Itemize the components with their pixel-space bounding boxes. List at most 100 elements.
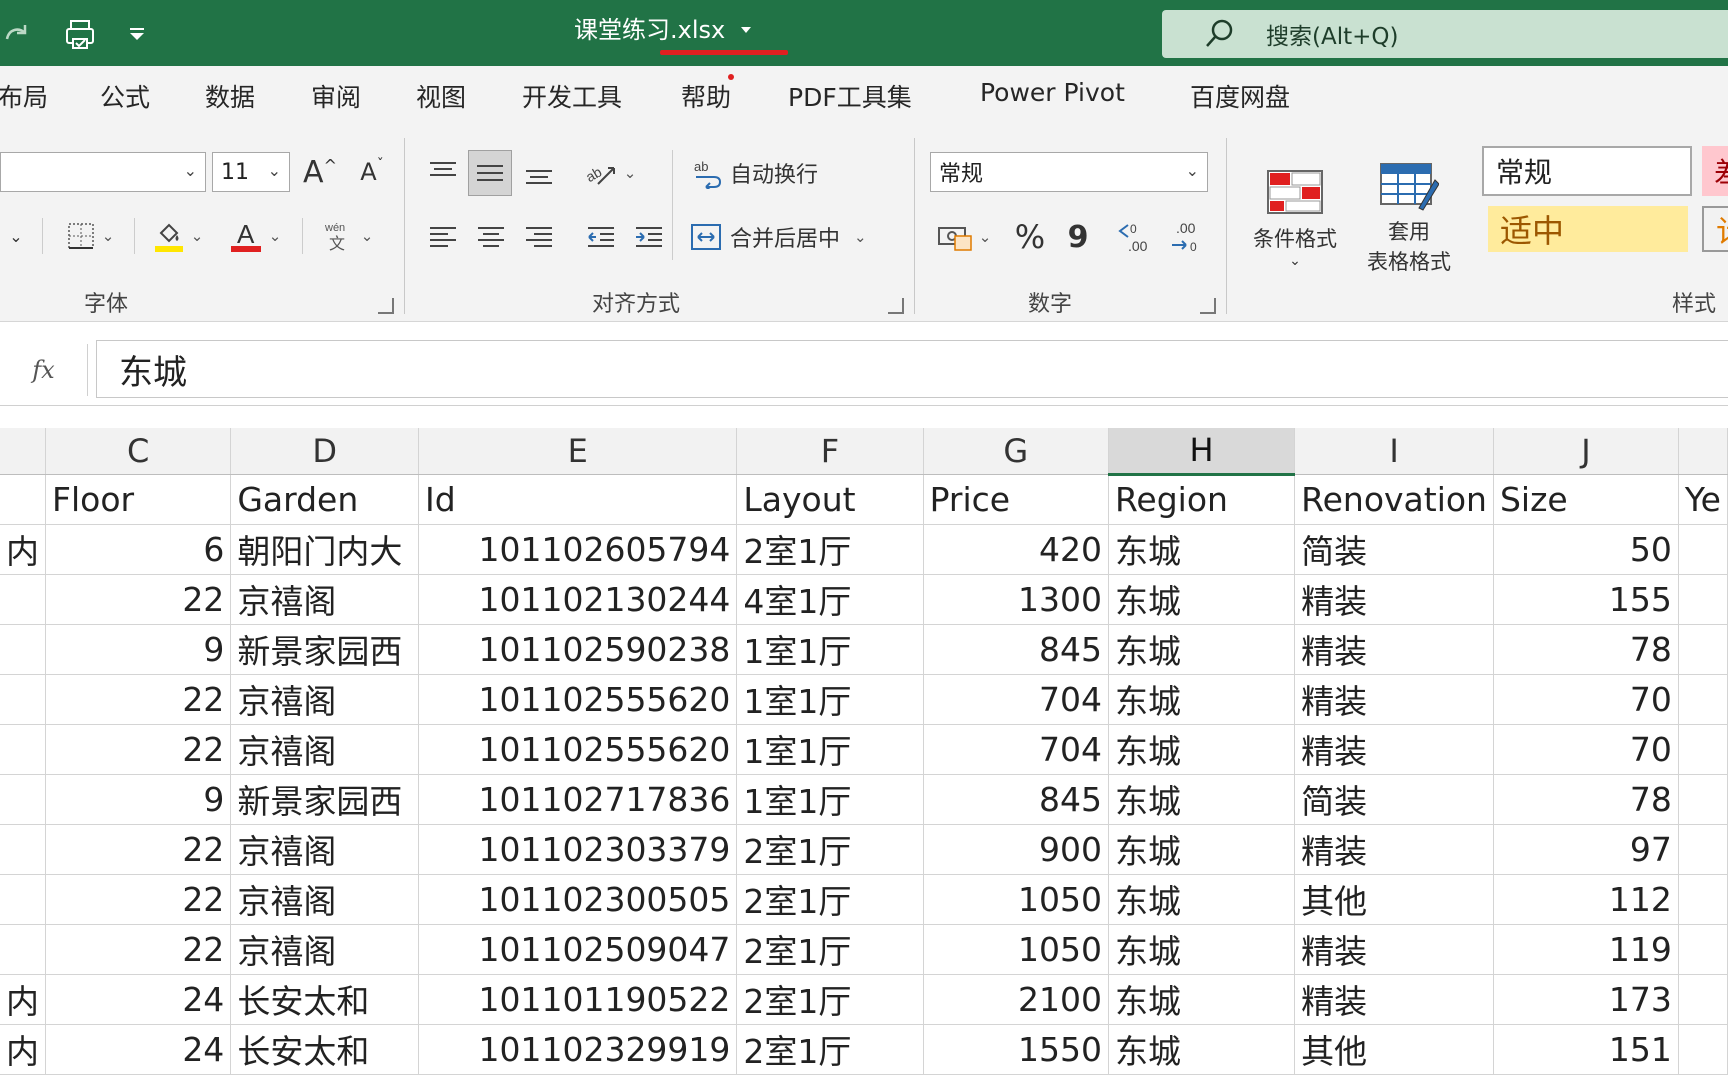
decrease-font-size-button[interactable]: Aˇ bbox=[350, 150, 394, 194]
table-cell[interactable]: 其他 bbox=[1294, 1024, 1494, 1075]
table-cell[interactable]: 京禧阁 bbox=[230, 674, 420, 725]
table-cell[interactable]: 东城 bbox=[1108, 674, 1296, 725]
table-cell[interactable]: 东城 bbox=[1108, 724, 1296, 775]
table-cell[interactable]: 155 bbox=[1493, 574, 1679, 625]
increase-indent-button[interactable] bbox=[626, 214, 672, 260]
table-cell[interactable]: 朝阳门内大 bbox=[230, 524, 420, 575]
table-cell[interactable] bbox=[0, 824, 46, 875]
tab-help[interactable]: 帮助 bbox=[681, 78, 731, 114]
table-cell[interactable]: 101102555620 bbox=[418, 674, 738, 725]
underline-dropdown-chevron-icon[interactable]: ⌄ bbox=[4, 214, 28, 258]
table-cell[interactable]: 1050 bbox=[923, 924, 1109, 975]
table-cell[interactable]: 6 bbox=[45, 524, 232, 575]
redo-icon[interactable] bbox=[0, 14, 38, 54]
align-middle-button[interactable] bbox=[468, 150, 512, 196]
table-cell[interactable] bbox=[0, 724, 46, 775]
header-cell[interactable]: Price bbox=[923, 474, 1109, 525]
table-cell[interactable]: 22 bbox=[45, 874, 232, 925]
table-cell[interactable]: 845 bbox=[923, 624, 1109, 675]
table-cell[interactable] bbox=[1678, 924, 1728, 975]
table-cell[interactable]: 101102130244 bbox=[418, 574, 738, 625]
table-cell[interactable] bbox=[1678, 624, 1728, 675]
table-cell[interactable]: 新景家园西 bbox=[230, 774, 420, 825]
table-cell[interactable]: 京禧阁 bbox=[230, 924, 420, 975]
table-cell[interactable]: 101101190522 bbox=[418, 974, 738, 1025]
tab-view[interactable]: 视图 bbox=[416, 78, 466, 114]
table-cell[interactable]: 22 bbox=[45, 724, 232, 775]
table-cell[interactable] bbox=[0, 674, 46, 725]
table-cell[interactable]: 简装 bbox=[1294, 524, 1494, 575]
table-cell[interactable]: 101102300505 bbox=[418, 874, 738, 925]
table-cell[interactable]: 845 bbox=[923, 774, 1109, 825]
column-header-g[interactable]: G bbox=[923, 428, 1109, 475]
table-cell[interactable]: 简装 bbox=[1294, 774, 1494, 825]
table-cell[interactable]: 101102590238 bbox=[418, 624, 738, 675]
table-cell[interactable]: 101102329919 bbox=[418, 1024, 738, 1075]
table-cell[interactable]: 精装 bbox=[1294, 674, 1494, 725]
table-cell[interactable]: 2室1厅 bbox=[736, 874, 924, 925]
table-cell[interactable]: 1050 bbox=[923, 874, 1109, 925]
table-cell[interactable]: 22 bbox=[45, 574, 232, 625]
header-cell[interactable]: Layout bbox=[736, 474, 924, 525]
table-cell[interactable]: 22 bbox=[45, 924, 232, 975]
table-cell[interactable]: 1室1厅 bbox=[736, 674, 924, 725]
table-cell[interactable]: 101102717836 bbox=[418, 774, 738, 825]
table-cell[interactable] bbox=[1678, 524, 1728, 575]
table-cell[interactable] bbox=[0, 874, 46, 925]
align-top-button[interactable] bbox=[420, 150, 466, 196]
table-cell[interactable]: 22 bbox=[45, 824, 232, 875]
header-cell[interactable]: Size bbox=[1493, 474, 1679, 525]
orientation-button[interactable]: ab ⌄ bbox=[578, 150, 642, 196]
table-cell[interactable]: 101102509047 bbox=[418, 924, 738, 975]
table-cell[interactable]: 2100 bbox=[923, 974, 1109, 1025]
align-center-button[interactable] bbox=[468, 214, 514, 260]
table-cell[interactable] bbox=[0, 924, 46, 975]
table-cell[interactable] bbox=[1678, 574, 1728, 625]
style-calculation-cell[interactable]: 计 bbox=[1702, 206, 1728, 252]
table-cell[interactable]: 101102303379 bbox=[418, 824, 738, 875]
table-cell[interactable]: 精装 bbox=[1294, 724, 1494, 775]
column-header-e[interactable]: E bbox=[418, 428, 738, 475]
table-cell[interactable]: 内 bbox=[0, 524, 46, 575]
table-cell[interactable]: 京禧阁 bbox=[230, 724, 420, 775]
tab-baidu-netdisk[interactable]: 百度网盘 bbox=[1190, 78, 1290, 114]
tab-formulas[interactable]: 公式 bbox=[100, 78, 150, 114]
table-cell[interactable]: 长安太和 bbox=[230, 1024, 420, 1075]
font-dialog-launcher-icon[interactable] bbox=[378, 298, 394, 314]
table-cell[interactable]: 78 bbox=[1493, 774, 1679, 825]
table-cell[interactable]: 101102605794 bbox=[418, 524, 738, 575]
decrease-decimal-button[interactable]: .00 0 bbox=[1164, 214, 1212, 260]
header-cell[interactable]: Ye bbox=[1678, 474, 1728, 525]
column-header-c[interactable]: C bbox=[45, 428, 232, 475]
tab-data[interactable]: 数据 bbox=[205, 78, 255, 114]
header-cell[interactable]: Id bbox=[418, 474, 738, 525]
table-cell[interactable]: 内 bbox=[0, 1024, 46, 1075]
table-cell[interactable]: 119 bbox=[1493, 924, 1679, 975]
table-cell[interactable]: 1室1厅 bbox=[736, 774, 924, 825]
table-cell[interactable] bbox=[0, 624, 46, 675]
increase-font-size-button[interactable]: A ^ bbox=[298, 150, 342, 194]
document-title[interactable]: 课堂练习.xlsx bbox=[574, 10, 753, 50]
phonetic-guide-button[interactable]: wén 文 ⌄ bbox=[314, 214, 380, 258]
title-dropdown-icon[interactable] bbox=[739, 25, 753, 35]
table-cell[interactable]: 173 bbox=[1493, 974, 1679, 1025]
table-cell[interactable]: 900 bbox=[923, 824, 1109, 875]
table-cell[interactable]: 2室1厅 bbox=[736, 974, 924, 1025]
table-cell[interactable]: 精装 bbox=[1294, 624, 1494, 675]
header-cell[interactable]: Renovation bbox=[1294, 474, 1494, 525]
table-cell[interactable]: 东城 bbox=[1108, 874, 1296, 925]
table-cell[interactable] bbox=[1678, 974, 1728, 1025]
table-cell[interactable]: 101102555620 bbox=[418, 724, 738, 775]
column-header-d[interactable]: D bbox=[230, 428, 420, 475]
table-cell[interactable]: 东城 bbox=[1108, 774, 1296, 825]
formula-input[interactable]: 东城 bbox=[96, 340, 1728, 398]
table-cell[interactable]: 京禧阁 bbox=[230, 874, 420, 925]
table-cell[interactable]: 9 bbox=[45, 624, 232, 675]
tab-review[interactable]: 审阅 bbox=[311, 78, 361, 114]
increase-decimal-button[interactable]: 0.00 bbox=[1114, 214, 1162, 260]
table-cell[interactable] bbox=[1678, 724, 1728, 775]
fill-color-button[interactable]: ⌄ bbox=[146, 214, 210, 258]
table-cell[interactable]: 4室1厅 bbox=[736, 574, 924, 625]
font-name-combo[interactable]: ⌄ bbox=[0, 152, 206, 192]
table-cell[interactable]: 704 bbox=[923, 674, 1109, 725]
